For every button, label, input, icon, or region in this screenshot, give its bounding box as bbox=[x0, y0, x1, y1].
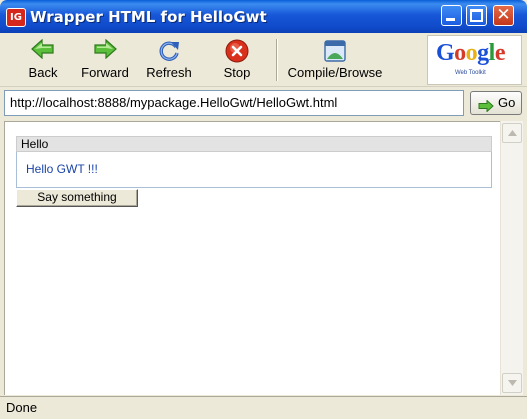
back-button[interactable]: Back bbox=[13, 33, 73, 86]
stop-button[interactable]: Stop bbox=[207, 33, 267, 86]
refresh-label: Refresh bbox=[146, 65, 192, 80]
maximize-button[interactable] bbox=[466, 5, 487, 26]
scroll-down-button[interactable] bbox=[502, 373, 522, 393]
compile-browse-label: Compile/Browse bbox=[287, 65, 383, 80]
app-icon[interactable]: IG bbox=[6, 8, 26, 27]
go-label: Go bbox=[498, 95, 516, 110]
forward-button[interactable]: Forward bbox=[75, 33, 135, 86]
go-button[interactable]: Go bbox=[470, 91, 522, 115]
forward-label: Forward bbox=[81, 65, 129, 80]
google-logo-text: Google bbox=[436, 40, 506, 66]
scroll-up-button[interactable] bbox=[502, 123, 522, 143]
google-web-toolkit-logo: Google Web Toolkit bbox=[427, 35, 522, 85]
compile-browse-button[interactable]: Compile/Browse bbox=[283, 33, 387, 86]
refresh-icon bbox=[157, 39, 181, 66]
address-bar: http://localhost:8888/mypackage.HelloGwt… bbox=[0, 86, 527, 121]
forward-arrow-icon bbox=[93, 38, 117, 62]
window-title: Wrapper HTML for HelloGwt bbox=[30, 8, 267, 26]
url-input[interactable]: http://localhost:8888/mypackage.HelloGwt… bbox=[4, 90, 464, 116]
hello-panel: Hello Hello GWT !!! bbox=[16, 136, 492, 188]
back-arrow-icon bbox=[31, 38, 55, 62]
maximize-icon bbox=[470, 9, 483, 22]
minimize-button[interactable] bbox=[441, 5, 462, 26]
toolbar-separator bbox=[276, 39, 278, 81]
close-icon: ✕ bbox=[496, 5, 511, 25]
stop-icon bbox=[225, 39, 249, 66]
title-bar[interactable]: IG Wrapper HTML for HelloGwt ✕ bbox=[0, 0, 527, 33]
browser-content: Hello Hello GWT !!! Say something bbox=[4, 121, 500, 395]
go-arrow-icon bbox=[478, 97, 494, 119]
close-button[interactable]: ✕ bbox=[493, 5, 514, 26]
chevron-down-icon bbox=[507, 380, 517, 386]
chevron-up-icon bbox=[507, 130, 517, 136]
vertical-scrollbar[interactable] bbox=[500, 121, 523, 395]
status-text: Done bbox=[6, 400, 38, 415]
stop-label: Stop bbox=[223, 65, 251, 80]
panel-caption: Hello bbox=[16, 136, 492, 152]
back-label: Back bbox=[28, 65, 58, 80]
compile-browse-icon bbox=[323, 39, 347, 66]
panel-body: Hello GWT !!! bbox=[16, 152, 492, 188]
minimize-icon bbox=[446, 18, 455, 21]
say-something-button[interactable]: Say something bbox=[16, 189, 138, 207]
hello-message: Hello GWT !!! bbox=[26, 162, 98, 176]
web-toolkit-label: Web Toolkit bbox=[455, 70, 486, 76]
toolbar: Back Forward Refresh Stop Compile/Browse… bbox=[3, 33, 524, 86]
status-bar: Done bbox=[0, 396, 527, 419]
refresh-button[interactable]: Refresh bbox=[139, 33, 199, 86]
